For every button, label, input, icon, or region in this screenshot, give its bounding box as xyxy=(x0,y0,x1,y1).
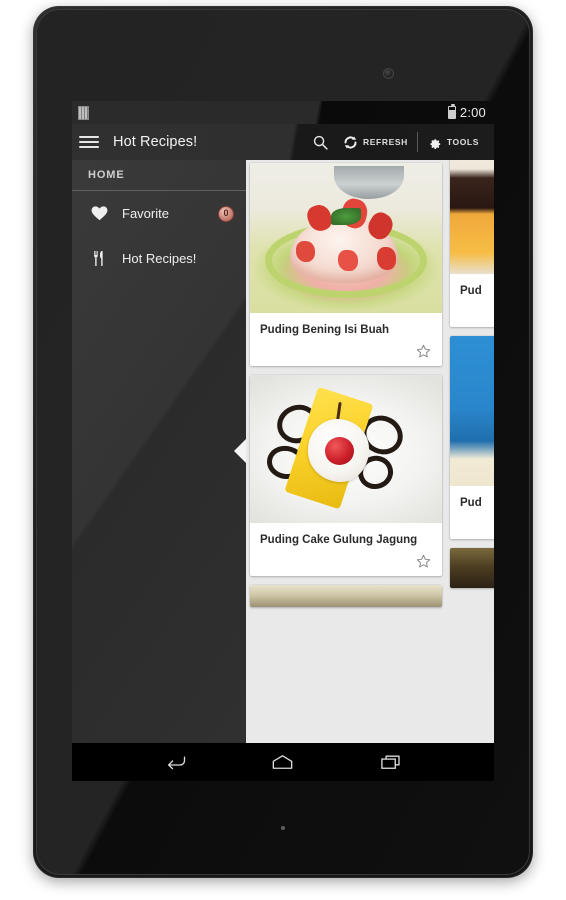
gear-icon xyxy=(427,135,442,150)
front-camera-icon xyxy=(383,68,394,79)
recipe-card-title: Puding Bening Isi Buah xyxy=(260,324,390,336)
home-icon xyxy=(270,753,295,771)
recipe-card-title: Puding Cake Gulung Jagung xyxy=(260,534,418,546)
back-button[interactable] xyxy=(151,743,197,781)
favorite-count-badge: 0 xyxy=(218,205,234,222)
recipe-card-partial[interactable] xyxy=(450,548,494,588)
sidebar-item-favorite-label: Favorite xyxy=(122,206,169,221)
tools-button[interactable]: TOOLS xyxy=(420,124,486,160)
recipe-photo-partial xyxy=(450,548,494,588)
recipe-card-footer xyxy=(250,336,442,366)
recipe-card-grid: Puding Bening Isi Buah Puding Cake Gulun… xyxy=(246,160,494,607)
recipe-card-partial-bottom[interactable] xyxy=(250,585,442,607)
recents-button[interactable] xyxy=(369,743,415,781)
recipe-card-footer xyxy=(250,546,442,576)
fork-and-knife-icon xyxy=(86,249,112,268)
recipe-column-right: Pud Pud xyxy=(450,160,494,607)
recipe-card-footer xyxy=(450,509,494,539)
refresh-label: REFRESH xyxy=(363,137,408,147)
search-icon xyxy=(312,134,329,151)
screen-body: HOME Favorite 0 Hot Recipes! Puding Beni… xyxy=(72,160,494,743)
device-screen: 2:00 Hot Recipes! REFRESH TOOLS HOME Fav… xyxy=(72,101,494,781)
recent-apps-icon xyxy=(379,753,404,771)
star-outline-icon[interactable] xyxy=(415,343,432,360)
recipe-list-content[interactable]: Puding Bening Isi Buah Puding Cake Gulun… xyxy=(246,160,494,743)
recipe-photo-puding-bening-isi-buah xyxy=(250,163,442,313)
recipe-photo-partial xyxy=(450,160,494,274)
recipe-photo-partial xyxy=(250,585,442,607)
hamburger-menu-icon[interactable] xyxy=(79,132,99,152)
star-outline-icon[interactable] xyxy=(415,553,432,570)
recipe-card-title: Pud xyxy=(460,497,482,509)
status-bar-right: 2:00 xyxy=(447,104,486,120)
recipe-photo-puding-cake-gulung-jagung xyxy=(250,375,442,523)
refresh-button[interactable]: REFRESH xyxy=(336,124,415,160)
recipe-card-title: Pud xyxy=(460,285,482,297)
action-bar: Hot Recipes! REFRESH TOOLS xyxy=(72,124,494,160)
refresh-icon xyxy=(343,135,358,150)
action-bar-divider xyxy=(416,132,418,152)
status-bar-clock: 2:00 xyxy=(459,105,486,120)
battery-icon xyxy=(447,104,456,119)
recipe-photo-partial xyxy=(450,336,494,486)
tools-label: TOOLS xyxy=(446,137,479,147)
drawer-section-header: HOME xyxy=(88,169,125,181)
search-button[interactable] xyxy=(305,124,336,160)
status-bar-left xyxy=(78,105,89,120)
recipe-card-partial[interactable]: Pud xyxy=(450,160,494,327)
home-button[interactable] xyxy=(260,743,306,781)
sidebar-item-hot-recipes[interactable]: Hot Recipes! xyxy=(72,236,246,281)
sidebar-item-hot-recipes-label: Hot Recipes! xyxy=(122,251,197,266)
heart-icon xyxy=(86,204,112,223)
navigation-drawer: HOME Favorite 0 Hot Recipes! xyxy=(72,160,247,743)
notification-led-icon xyxy=(281,826,285,830)
recipe-card-footer xyxy=(450,297,494,327)
android-navigation-bar xyxy=(72,743,494,781)
recipe-card-partial[interactable]: Pud xyxy=(450,336,494,539)
back-arrow-icon xyxy=(162,753,187,771)
notification-indicator-icon xyxy=(78,105,89,120)
status-bar: 2:00 xyxy=(72,101,494,124)
app-title: Hot Recipes! xyxy=(113,134,198,150)
recipe-card[interactable]: Puding Bening Isi Buah xyxy=(250,163,442,366)
sidebar-item-favorite[interactable]: Favorite 0 xyxy=(72,191,246,236)
recipe-column-left: Puding Bening Isi Buah Puding Cake Gulun… xyxy=(250,160,442,607)
recipe-card[interactable]: Puding Cake Gulung Jagung xyxy=(250,375,442,576)
